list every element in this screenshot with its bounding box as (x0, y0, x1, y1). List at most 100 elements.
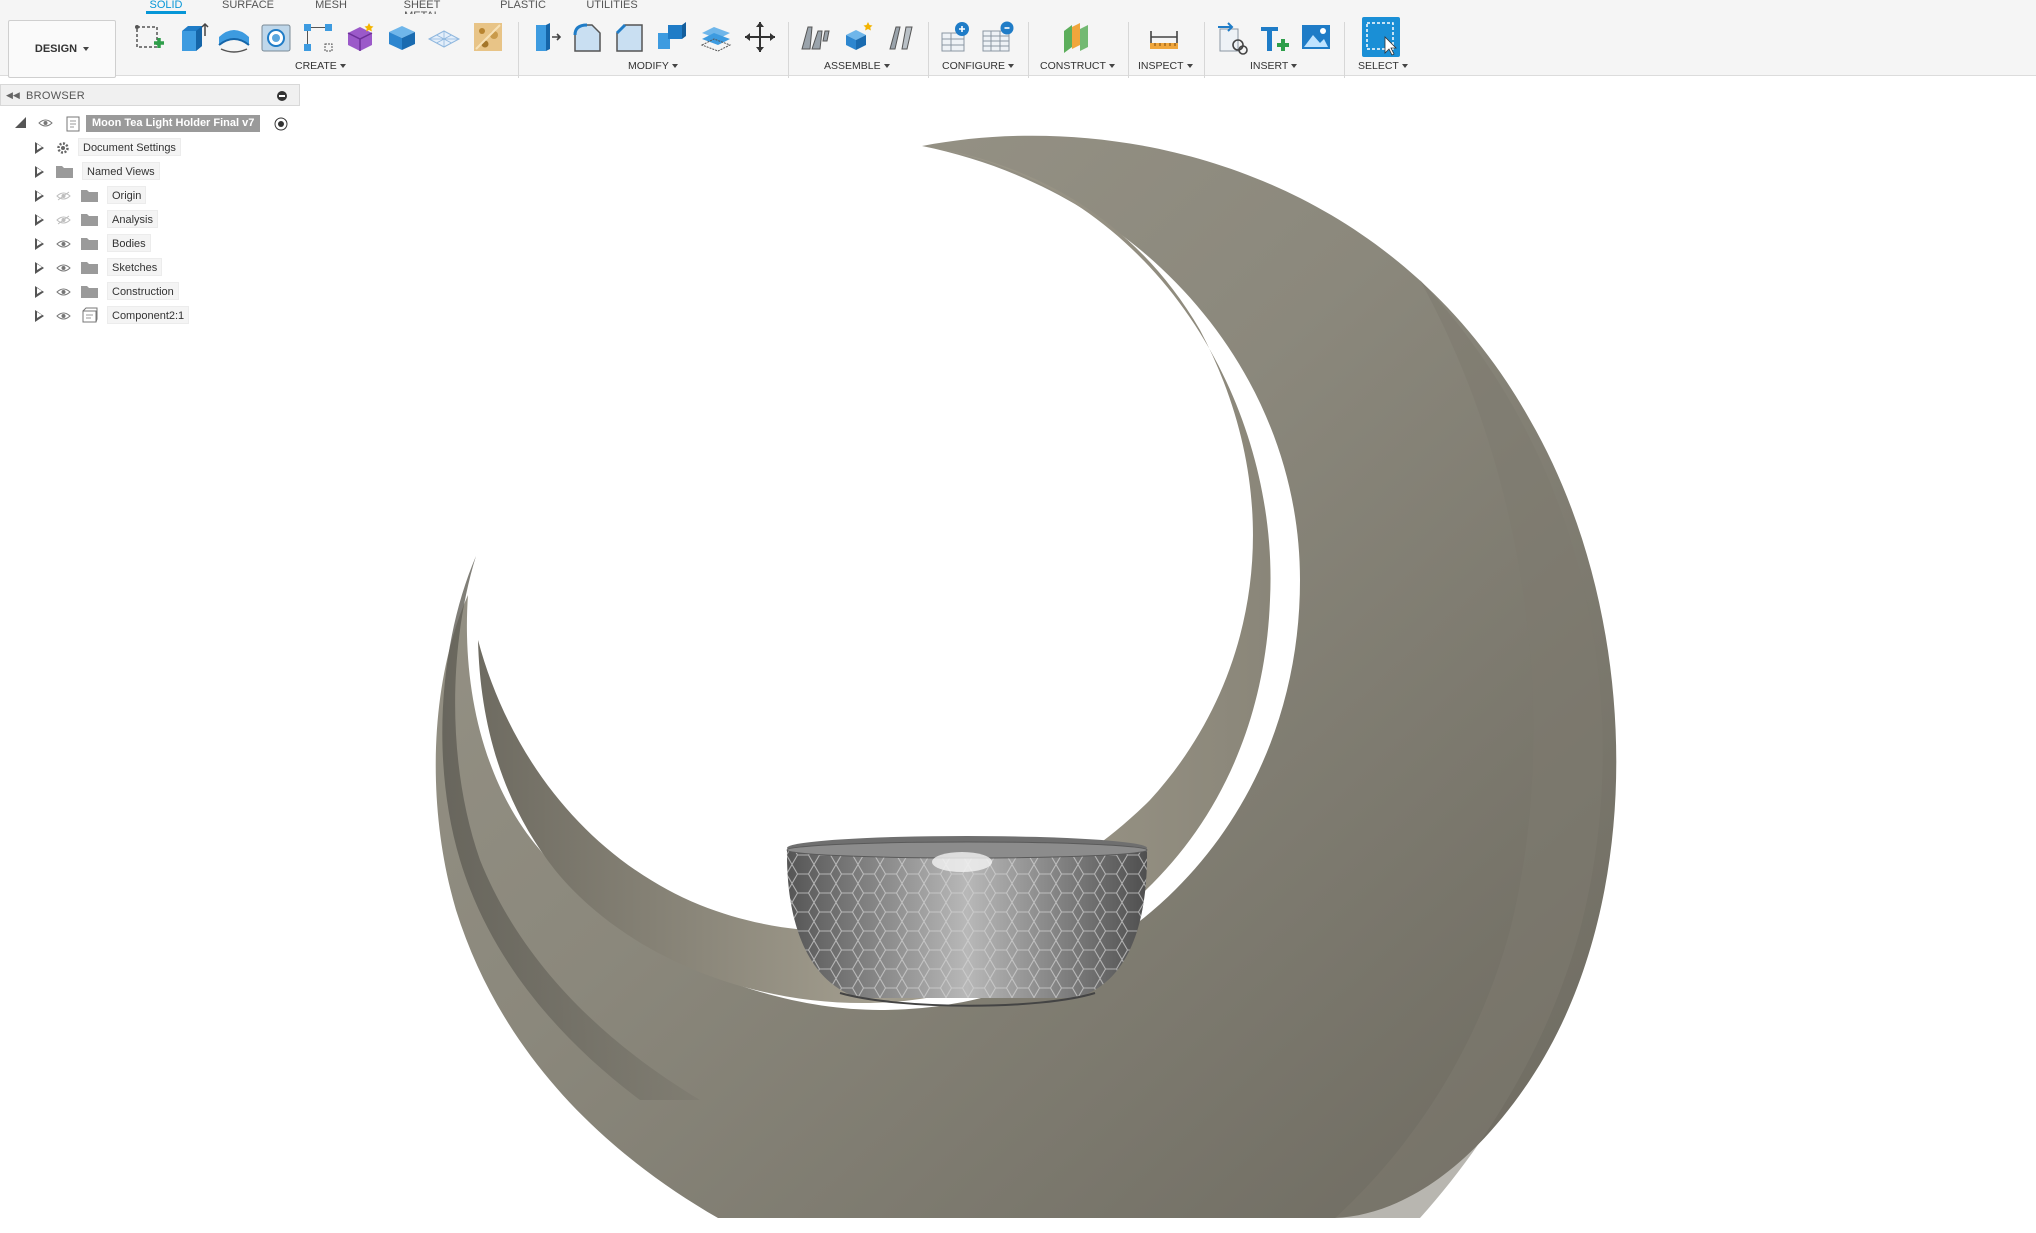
tab-utilities[interactable]: UTILITIES (586, 0, 638, 14)
construct-menu[interactable]: CONSTRUCT (1040, 60, 1115, 72)
browser-item-label: Named Views (82, 162, 160, 180)
browser-item-analysis[interactable]: Analysis (0, 210, 300, 230)
visibility-hidden-eye-icon[interactable] (56, 215, 71, 225)
browser-item-sketches[interactable]: Sketches (0, 258, 300, 278)
browser-item-named-views[interactable]: Named Views (0, 162, 300, 182)
visibility-hidden-eye-icon[interactable] (56, 191, 71, 201)
tea-light-bowl[interactable] (786, 836, 1148, 1007)
toolbar-separator (518, 22, 519, 78)
collapse-browser-icon[interactable]: ◀◀ (6, 90, 20, 101)
activate-radio-icon[interactable] (274, 117, 288, 131)
browser-item-construction[interactable]: Construction (0, 282, 300, 302)
toolbar-separator (1204, 22, 1205, 78)
workspace-switcher-button[interactable]: DESIGN (8, 20, 116, 78)
offset-plane-icon[interactable] (1058, 19, 1094, 55)
offset-face-icon[interactable] (698, 19, 734, 55)
chevron-down-icon (883, 64, 890, 68)
visibility-eye-icon[interactable] (56, 263, 71, 273)
tab-sheet-metal[interactable]: SHEET METAL (386, 0, 458, 22)
insert-mesh-icon[interactable] (1256, 19, 1292, 55)
create-sketch-icon[interactable] (132, 19, 168, 55)
visibility-eye-icon[interactable] (56, 287, 71, 297)
fillet-icon[interactable] (570, 19, 606, 55)
folder-icon (56, 166, 73, 178)
hole-icon[interactable] (258, 19, 294, 55)
plane-mesh-icon[interactable] (426, 19, 462, 55)
chevron-down-icon (1108, 64, 1115, 68)
new-component-icon[interactable] (798, 19, 834, 55)
tab-surface[interactable]: SURFACE (220, 0, 276, 14)
browser-header: ◀◀ BROWSER (0, 84, 300, 106)
browser-item-origin[interactable]: Origin (0, 186, 300, 206)
expand-icon[interactable] (35, 166, 44, 178)
browser-root-row[interactable]: Moon Tea Light Holder Final v7 (0, 114, 300, 134)
toolbar-separator (788, 22, 789, 78)
browser-root-label: Moon Tea Light Holder Final v7 (86, 115, 261, 132)
gear-icon (57, 142, 69, 154)
toolbar-separator (1028, 22, 1029, 78)
minimize-browser-icon[interactable] (277, 91, 287, 101)
folder-icon (81, 286, 98, 298)
visibility-eye-icon[interactable] (56, 239, 71, 249)
joint-icon[interactable] (840, 19, 876, 55)
select-menu[interactable]: SELECT (1358, 60, 1408, 72)
toolbar-separator (928, 22, 929, 78)
configure-icon[interactable] (938, 19, 974, 55)
create-menu[interactable]: CREATE (295, 60, 346, 72)
component-icon (82, 307, 98, 323)
expand-icon[interactable] (35, 310, 44, 322)
insert-menu-label: INSERT (1250, 60, 1289, 72)
browser-item-document-settings[interactable]: Document Settings (0, 138, 300, 158)
browser-item-label: Document Settings (78, 138, 181, 156)
chevron-down-icon (1186, 64, 1193, 68)
modify-menu[interactable]: MODIFY (628, 60, 678, 72)
decal-texture-icon[interactable] (470, 19, 506, 55)
browser-item-label: Origin (107, 186, 147, 204)
visibility-eye-icon[interactable] (56, 311, 71, 321)
expand-icon[interactable] (35, 214, 44, 226)
modify-menu-label: MODIFY (628, 60, 669, 72)
select-icon[interactable] (1362, 17, 1400, 57)
combine-icon[interactable] (654, 19, 690, 55)
inspect-menu[interactable]: INSPECT (1138, 60, 1193, 72)
assemble-menu[interactable]: ASSEMBLE (824, 60, 890, 72)
box-icon[interactable] (384, 19, 420, 55)
canvas-viewport[interactable] (0, 76, 2036, 1233)
moon-tea-light-holder-model[interactable] (0, 76, 2036, 1233)
chevron-down-icon (339, 64, 346, 68)
expand-icon[interactable] (35, 262, 44, 274)
browser-item-bodies[interactable]: Bodies (0, 234, 300, 254)
insert-canvas-icon[interactable] (1298, 19, 1334, 55)
revolve-icon[interactable] (216, 19, 252, 55)
chamfer-icon[interactable] (612, 19, 648, 55)
press-pull-icon[interactable] (528, 19, 564, 55)
expand-collapse-icon[interactable] (15, 117, 26, 128)
extrude-icon[interactable] (174, 19, 210, 55)
folder-icon (81, 214, 98, 226)
insert-derive-icon[interactable] (1214, 19, 1250, 55)
move-icon[interactable] (742, 19, 778, 55)
browser-item-component2[interactable]: Component2:1 (0, 306, 300, 326)
expand-icon[interactable] (35, 190, 44, 202)
tab-plastic[interactable]: PLASTIC (497, 0, 549, 14)
insert-menu[interactable]: INSERT (1250, 60, 1298, 72)
folder-icon (81, 238, 98, 250)
measure-icon[interactable] (1146, 19, 1182, 55)
folder-icon (81, 190, 98, 202)
expand-icon[interactable] (35, 238, 44, 250)
tab-mesh[interactable]: MESH (312, 0, 350, 14)
workspace-label: DESIGN (34, 43, 78, 55)
configure-menu[interactable]: CONFIGURE (942, 60, 1014, 72)
visibility-eye-icon[interactable] (38, 118, 53, 128)
expand-icon[interactable] (35, 142, 44, 154)
document-icon (66, 116, 80, 132)
browser-item-label: Bodies (107, 234, 151, 252)
as-built-joint-icon[interactable] (884, 19, 920, 55)
select-menu-label: SELECT (1358, 60, 1399, 72)
rectangular-pattern-icon[interactable] (300, 19, 336, 55)
tab-solid[interactable]: SOLID (146, 0, 186, 14)
chevron-down-icon (1008, 64, 1014, 68)
expand-icon[interactable] (35, 286, 44, 298)
configuration-table-icon[interactable] (980, 19, 1016, 55)
create-form-icon[interactable] (342, 19, 378, 55)
